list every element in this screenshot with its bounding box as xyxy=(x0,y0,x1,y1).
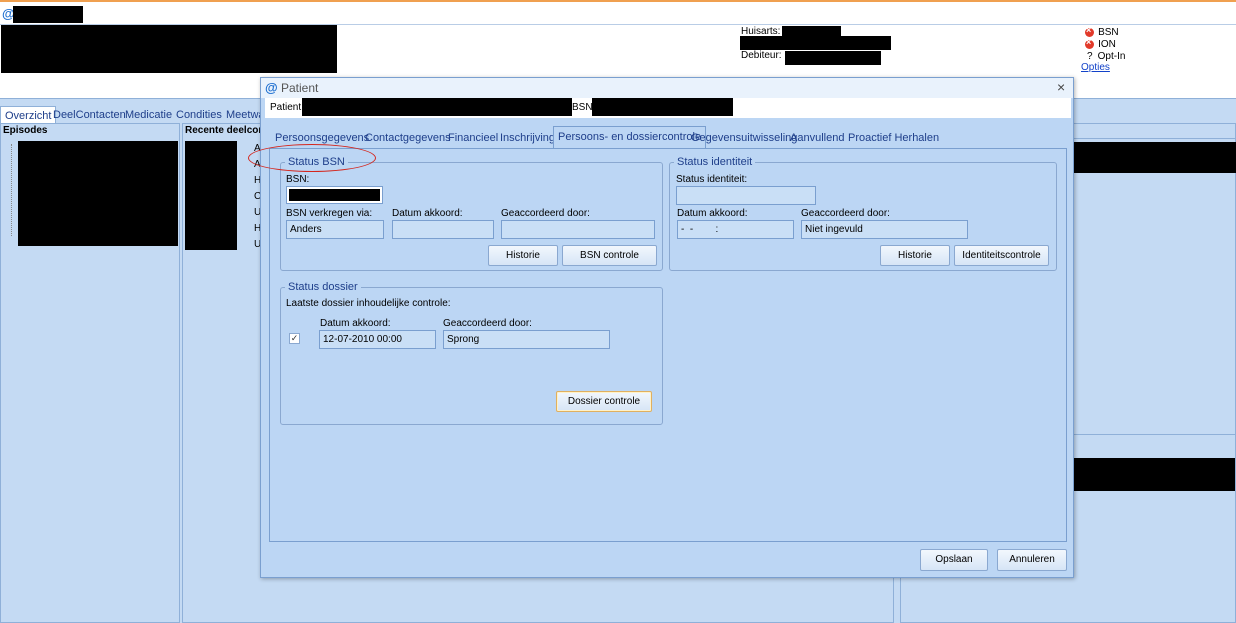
status-identiteit-label: Status identiteit: xyxy=(676,174,748,185)
status-optin: ? Opt-In xyxy=(1087,50,1125,62)
tab-deelcontacten[interactable]: DeelContacten xyxy=(49,106,130,124)
question-icon: ? xyxy=(1087,51,1093,62)
status-ion-label: ION xyxy=(1098,39,1116,50)
highlight-ellipse xyxy=(248,144,376,172)
historie-button[interactable]: Historie xyxy=(488,245,558,266)
redacted-patient-name xyxy=(1,25,337,73)
datum-akkoord-field[interactable]: - - : xyxy=(677,220,794,239)
datum-akkoord-label: Datum akkoord: xyxy=(677,208,748,219)
status-dossier-legend: Status dossier xyxy=(288,281,358,293)
geaccordeerd-field[interactable]: Niet ingevuld xyxy=(801,220,968,239)
status-bsn-label: BSN xyxy=(1098,27,1119,38)
tab-medicatie[interactable]: Medicatie xyxy=(121,106,176,124)
status-identiteit-field[interactable] xyxy=(676,186,816,205)
main-tabs: Overzicht DeelContacten Medicatie Condit… xyxy=(0,106,265,124)
bsn-controle-button[interactable]: BSN controle xyxy=(562,245,657,266)
geaccordeerd-label: Geaccordeerd door: xyxy=(501,208,590,219)
geaccordeerd-field[interactable] xyxy=(501,220,655,239)
bsn-field[interactable] xyxy=(286,186,383,204)
historie-button[interactable]: Historie xyxy=(880,245,950,266)
geaccordeerd-field[interactable]: Sprong xyxy=(443,330,610,349)
status-bsn-group: Status BSN BSN: BSN verkregen via: Ander… xyxy=(280,156,663,271)
debiteur-label: Debiteur: xyxy=(741,50,782,61)
geaccordeerd-label: Geaccordeerd door: xyxy=(443,318,532,329)
error-icon xyxy=(1085,37,1094,49)
datum-akkoord-field[interactable] xyxy=(392,220,494,239)
tab-proactief-herhalen[interactable]: Proactief Herhalen xyxy=(844,128,943,148)
datum-akkoord-label: Datum akkoord: xyxy=(392,208,463,219)
dossier-checkbox[interactable]: ✓ xyxy=(289,333,300,344)
redacted-address xyxy=(740,36,891,50)
opslaan-button[interactable]: Opslaan xyxy=(920,549,988,571)
tab-condities[interactable]: Condities xyxy=(172,106,226,124)
dialog-title: Patient xyxy=(281,81,319,95)
verkregen-field[interactable]: Anders xyxy=(286,220,384,239)
status-identiteit-legend: Status identiteit xyxy=(677,156,753,168)
recente-title: Recente deelcon xyxy=(185,125,265,136)
laatste-controle-label: Laatste dossier inhoudelijke controle: xyxy=(286,298,451,309)
tab-persoons-dossiercontrole[interactable]: Persoons- en dossiercontrole xyxy=(553,126,707,148)
title-bar: @ xyxy=(0,0,1236,25)
tab-gegevensuitwisseling[interactable]: Gegevensuitwisseling xyxy=(687,128,801,148)
status-ion: ION xyxy=(1085,37,1116,50)
status-dossier-group: Status dossier Laatste dossier inhoudeli… xyxy=(280,281,663,425)
patient-dialog: @ Patient × Patient: BSN: Persoonsgegeve… xyxy=(260,77,1074,578)
tab-contactgegevens[interactable]: Contactgegevens xyxy=(361,128,455,148)
dossier-controle-button[interactable]: Dossier controle xyxy=(556,391,652,412)
episodes-title: Episodes xyxy=(3,125,48,136)
redacted-recente xyxy=(185,141,237,250)
status-optin-label: Opt-In xyxy=(1097,51,1126,62)
annuleren-button[interactable]: Annuleren xyxy=(997,549,1067,571)
redacted-right-bottom xyxy=(1074,458,1235,491)
tab-content: Status BSN BSN: BSN verkregen via: Ander… xyxy=(269,148,1067,542)
close-icon[interactable]: × xyxy=(1057,79,1065,95)
redacted-title xyxy=(13,6,83,23)
tab-financieel[interactable]: Financieel xyxy=(444,128,502,148)
app-logo-icon: @ xyxy=(265,80,278,95)
patient-info-bar: Patient: BSN: xyxy=(265,98,1071,118)
geaccordeerd-label: Geaccordeerd door: xyxy=(801,208,890,219)
error-icon xyxy=(1085,25,1094,37)
dialog-title-bar: @ Patient × xyxy=(261,78,1073,98)
datum-akkoord-label: Datum akkoord: xyxy=(320,318,391,329)
status-identiteit-group: Status identiteit Status identiteit: Dat… xyxy=(669,156,1057,271)
patient-label: Patient: xyxy=(270,102,304,113)
redacted-debiteur xyxy=(785,51,881,65)
verkregen-label: BSN verkregen via: xyxy=(286,208,373,219)
redacted-episodes xyxy=(18,141,178,246)
redacted-bsn-value xyxy=(289,189,380,201)
bsn-field-label: BSN: xyxy=(286,174,310,185)
redacted-bsn xyxy=(592,98,733,116)
opties-link[interactable]: Opties xyxy=(1081,62,1110,73)
identiteitscontrole-button[interactable]: Identiteitscontrole xyxy=(954,245,1049,266)
tab-overzicht[interactable]: Overzicht xyxy=(0,106,57,124)
tab-aanvullend[interactable]: Aanvullend xyxy=(786,128,848,148)
tab-inschrijving[interactable]: Inschrijving xyxy=(496,128,559,148)
redacted-patient xyxy=(302,98,572,116)
datum-akkoord-field[interactable]: 12-07-2010 00:00 xyxy=(319,330,436,349)
episodes-panel: Episodes xyxy=(0,123,180,623)
redacted-right-top xyxy=(1074,142,1236,173)
